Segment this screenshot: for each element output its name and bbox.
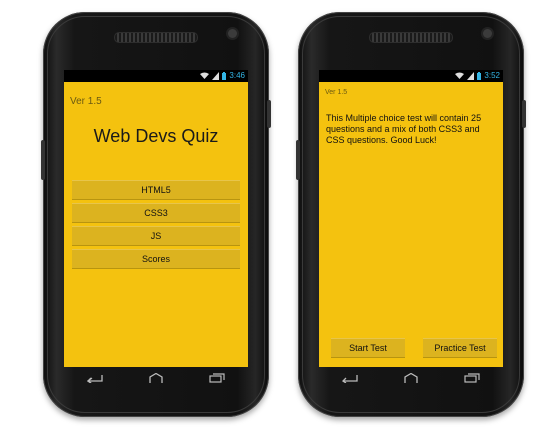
status-time: 3:52 bbox=[484, 71, 500, 80]
status-bar: 3:52 bbox=[319, 70, 503, 82]
power-button bbox=[522, 100, 526, 128]
earpiece-speaker bbox=[369, 32, 453, 43]
test-description: This Multiple choice test will contain 2… bbox=[326, 113, 482, 145]
back-icon[interactable] bbox=[83, 372, 107, 384]
app-title: Web Devs Quiz bbox=[93, 126, 219, 146]
back-icon[interactable] bbox=[338, 372, 362, 384]
signal-icon bbox=[467, 72, 475, 80]
battery-icon bbox=[222, 72, 227, 80]
screen-test-intro: 3:52 Ver 1.5 This Multiple choice test w… bbox=[319, 70, 503, 367]
recent-apps-icon[interactable] bbox=[205, 372, 229, 384]
html5-button[interactable]: HTML5 bbox=[72, 180, 240, 200]
power-button bbox=[267, 100, 271, 128]
earpiece-speaker bbox=[114, 32, 198, 43]
js-button[interactable]: JS bbox=[72, 226, 240, 246]
nav-bar bbox=[319, 367, 503, 389]
scores-button[interactable]: Scores bbox=[72, 249, 240, 269]
app-area: Ver 1.5 Web Devs Quiz HTML5 CSS3 JS Scor… bbox=[64, 82, 248, 367]
version-label: Ver 1.5 bbox=[70, 96, 102, 107]
volume-button bbox=[296, 140, 300, 180]
practice-test-button[interactable]: Practice Test bbox=[423, 338, 497, 358]
signal-icon bbox=[212, 72, 220, 80]
battery-icon bbox=[477, 72, 482, 80]
wifi-icon bbox=[455, 72, 465, 79]
wifi-icon bbox=[200, 72, 210, 79]
home-icon[interactable] bbox=[144, 372, 168, 384]
start-test-button[interactable]: Start Test bbox=[331, 338, 405, 358]
phone-right: 3:52 Ver 1.5 This Multiple choice test w… bbox=[296, 12, 526, 417]
front-camera bbox=[483, 29, 492, 38]
front-camera bbox=[228, 29, 237, 38]
app-area: Ver 1.5 This Multiple choice test will c… bbox=[319, 82, 503, 367]
nav-bar bbox=[64, 367, 248, 389]
home-icon[interactable] bbox=[399, 372, 423, 384]
version-label: Ver 1.5 bbox=[325, 89, 348, 96]
recent-apps-icon[interactable] bbox=[460, 372, 484, 384]
volume-button bbox=[41, 140, 45, 180]
screen-main-menu: 3:46 Ver 1.5 Web Devs Quiz HTML5 CSS3 JS… bbox=[64, 70, 248, 367]
status-bar: 3:46 bbox=[64, 70, 248, 82]
status-time: 3:46 bbox=[229, 71, 245, 80]
phone-left: 3:46 Ver 1.5 Web Devs Quiz HTML5 CSS3 JS… bbox=[41, 12, 271, 417]
css3-button[interactable]: CSS3 bbox=[72, 203, 240, 223]
